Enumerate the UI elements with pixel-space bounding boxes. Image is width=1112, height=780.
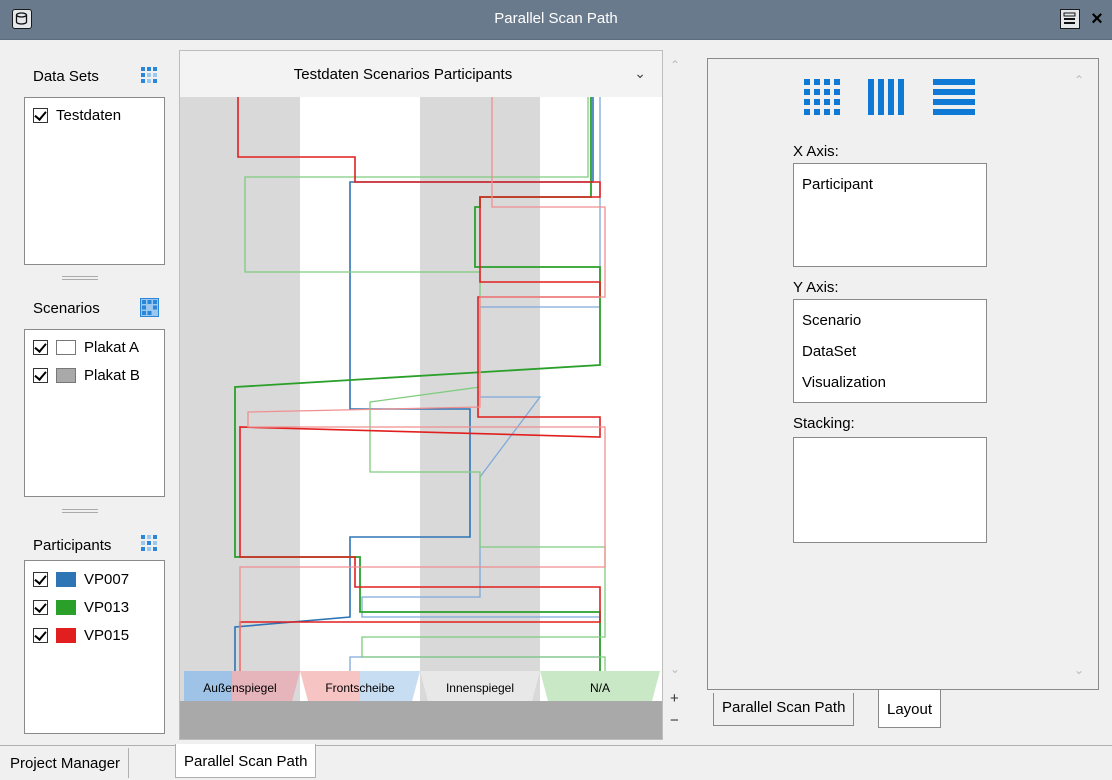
- layout-panel: ⌃ ⌄ X Axis: Participant Y Axis: Scenario…: [707, 58, 1099, 690]
- list-item[interactable]: VP007: [33, 566, 129, 592]
- zoom-in-button[interactable]: +: [670, 690, 679, 707]
- data-set-label: Testdaten: [56, 106, 122, 124]
- participants-list: VP007 VP013 VP015: [24, 560, 165, 734]
- aoi-label-aussenspiegel: Außenspiegel: [203, 681, 277, 695]
- scan-path-panel: Testdaten Scenarios Participants ⌄ Außen…: [179, 50, 663, 740]
- bottom-tab-strip: [0, 745, 1112, 778]
- scenarios-label: Scenarios: [33, 300, 100, 317]
- aoi-stripe-na: [540, 97, 662, 701]
- tab-parallel-scan-path[interactable]: Parallel Scan Path: [713, 693, 855, 726]
- y-axis-item[interactable]: Visualization: [802, 374, 886, 391]
- participant-label: VP015: [84, 626, 130, 644]
- x-axis-item[interactable]: Participant: [802, 176, 873, 193]
- tab-layout[interactable]: Layout: [878, 690, 942, 728]
- aoi-label-innenspiegel: Innenspiegel: [445, 681, 515, 695]
- scenario-color-swatch: [56, 339, 76, 355]
- y-axis-item[interactable]: DataSet: [802, 343, 856, 360]
- x-axis-drop-zone[interactable]: Participant: [793, 163, 987, 267]
- stacking-drop-zone[interactable]: [793, 437, 987, 543]
- scenario-label: Plakat A: [84, 338, 140, 356]
- aoi-label-na: N/A: [589, 681, 610, 695]
- participant-label: VP007: [84, 570, 130, 588]
- columns-layout-icon[interactable]: [868, 79, 904, 115]
- checkbox[interactable]: [33, 367, 48, 383]
- list-item[interactable]: Plakat A: [33, 334, 139, 360]
- list-item[interactable]: VP015: [33, 622, 129, 648]
- splitter-handle[interactable]: [62, 509, 98, 513]
- plot-footer: [180, 701, 662, 739]
- checkbox[interactable]: [33, 627, 48, 643]
- title-bar: Parallel Scan Path ×: [0, 0, 1112, 40]
- checkbox[interactable]: [33, 107, 48, 123]
- data-sets-list: Testdaten: [24, 97, 165, 265]
- list-item[interactable]: VP013: [33, 594, 129, 620]
- scroll-down-icon[interactable]: ⌄: [1074, 663, 1084, 677]
- aoi-label-frontscheibe: Frontscheibe: [325, 681, 395, 695]
- participant-color-swatch: [56, 571, 76, 587]
- participant-color-swatch: [56, 599, 76, 615]
- grid-layout-icon[interactable]: [804, 79, 840, 115]
- visualization-header[interactable]: Testdaten Scenarios Participants ⌄: [180, 51, 662, 97]
- checkbox[interactable]: [33, 339, 48, 355]
- rows-layout-icon[interactable]: [933, 79, 975, 115]
- select-all-scenarios-icon[interactable]: [140, 298, 159, 317]
- window-title: Parallel Scan Path: [494, 10, 618, 27]
- participant-label: VP013: [84, 598, 130, 616]
- zoom-out-button[interactable]: −: [670, 712, 679, 729]
- scenarios-list: Plakat A Plakat B: [24, 329, 165, 497]
- list-item[interactable]: Plakat B: [33, 362, 140, 388]
- checkbox[interactable]: [33, 599, 48, 615]
- y-axis-label: Y Axis:: [793, 279, 839, 296]
- scan-path-plot: [180, 97, 662, 701]
- checkbox[interactable]: [33, 571, 48, 587]
- scroll-down-icon[interactable]: ⌄: [670, 662, 680, 676]
- list-item[interactable]: Testdaten: [33, 102, 121, 128]
- data-sets-label: Data Sets: [33, 68, 99, 85]
- y-axis-item[interactable]: Scenario: [802, 312, 861, 329]
- stacking-label: Stacking:: [793, 415, 855, 432]
- scroll-up-icon[interactable]: ⌃: [1074, 73, 1084, 87]
- x-axis-label: X Axis:: [793, 143, 839, 160]
- tab-parallel-scan-path-doc[interactable]: Parallel Scan Path: [175, 744, 317, 778]
- scroll-up-icon[interactable]: ⌃: [670, 58, 680, 72]
- select-all-participants-icon[interactable]: [140, 534, 159, 553]
- select-all-data-sets-icon[interactable]: [140, 66, 159, 85]
- scenario-color-swatch: [56, 367, 76, 383]
- tab-project-manager[interactable]: Project Manager: [2, 748, 130, 778]
- settings-panel-icon[interactable]: [1060, 9, 1080, 29]
- close-icon[interactable]: ×: [1086, 7, 1108, 31]
- participants-label: Participants: [33, 537, 112, 554]
- scenario-label: Plakat B: [84, 366, 140, 384]
- splitter-handle[interactable]: [62, 276, 98, 280]
- participant-color-swatch: [56, 627, 76, 643]
- y-axis-drop-zone[interactable]: Scenario DataSet Visualization: [793, 299, 987, 403]
- visualization-title: Testdaten Scenarios Participants: [293, 66, 513, 83]
- chevron-down-icon[interactable]: ⌄: [634, 65, 646, 82]
